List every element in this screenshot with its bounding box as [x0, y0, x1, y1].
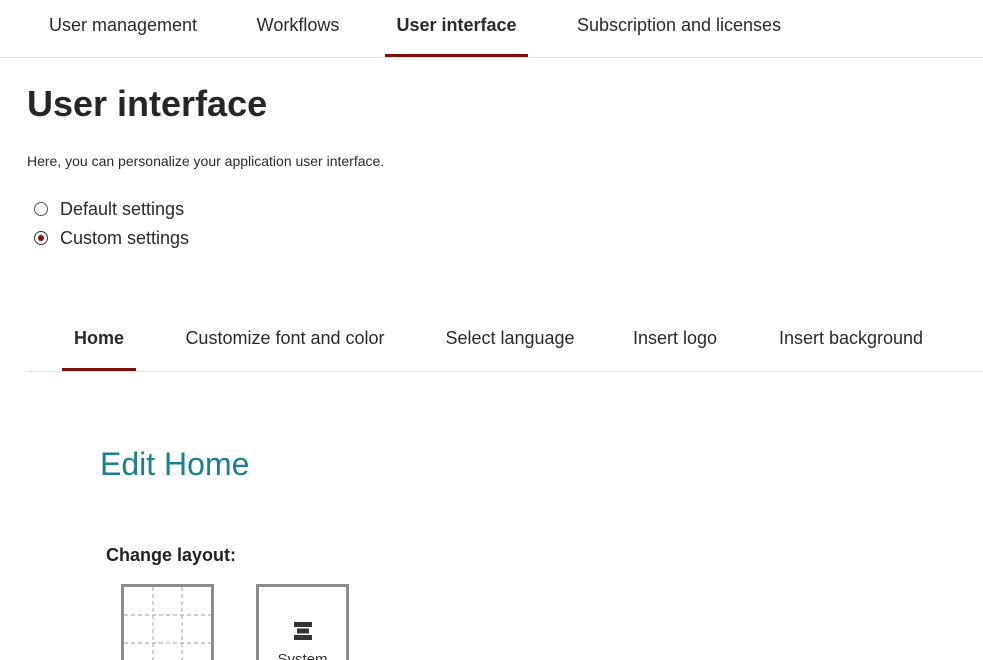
- system-layout-label: System: [277, 651, 328, 660]
- grid-layout-icon: [124, 587, 211, 660]
- radio-unchecked-icon: [34, 202, 48, 216]
- page-description: Here, you can personalize your applicati…: [27, 153, 385, 169]
- page: User management Workflows User interface…: [0, 0, 983, 660]
- default-settings-label: Default settings: [60, 198, 185, 219]
- tab-user-management[interactable]: User management: [35, 0, 211, 57]
- layout-option-grid[interactable]: [121, 584, 214, 660]
- custom-settings-radio[interactable]: Custom settings: [34, 227, 189, 249]
- tab-subscription-and-licenses[interactable]: Subscription and licenses: [560, 0, 798, 57]
- page-title: User interface: [27, 83, 268, 124]
- default-settings-radio[interactable]: Default settings: [34, 198, 184, 220]
- sub-tab-bar: Home Customize font and color Select lan…: [27, 310, 983, 372]
- tab-workflows[interactable]: Workflows: [243, 0, 353, 57]
- tab-home[interactable]: Home: [62, 310, 136, 371]
- radio-checked-icon: [34, 231, 48, 245]
- change-layout-label: Change layout:: [106, 545, 237, 565]
- tab-user-interface[interactable]: User interface: [385, 0, 528, 57]
- custom-settings-label: Custom settings: [60, 227, 190, 248]
- tab-insert-logo[interactable]: Insert logo: [620, 310, 730, 371]
- tab-insert-background[interactable]: Insert background: [764, 310, 938, 371]
- system-layout-icon: [294, 622, 312, 640]
- tab-customize-font-and-color[interactable]: Customize font and color: [168, 310, 402, 371]
- section-title: Edit Home: [100, 446, 250, 482]
- top-tab-bar: User management Workflows User interface…: [0, 0, 983, 58]
- layout-option-system[interactable]: System: [256, 584, 349, 660]
- tab-select-language[interactable]: Select language: [432, 310, 588, 371]
